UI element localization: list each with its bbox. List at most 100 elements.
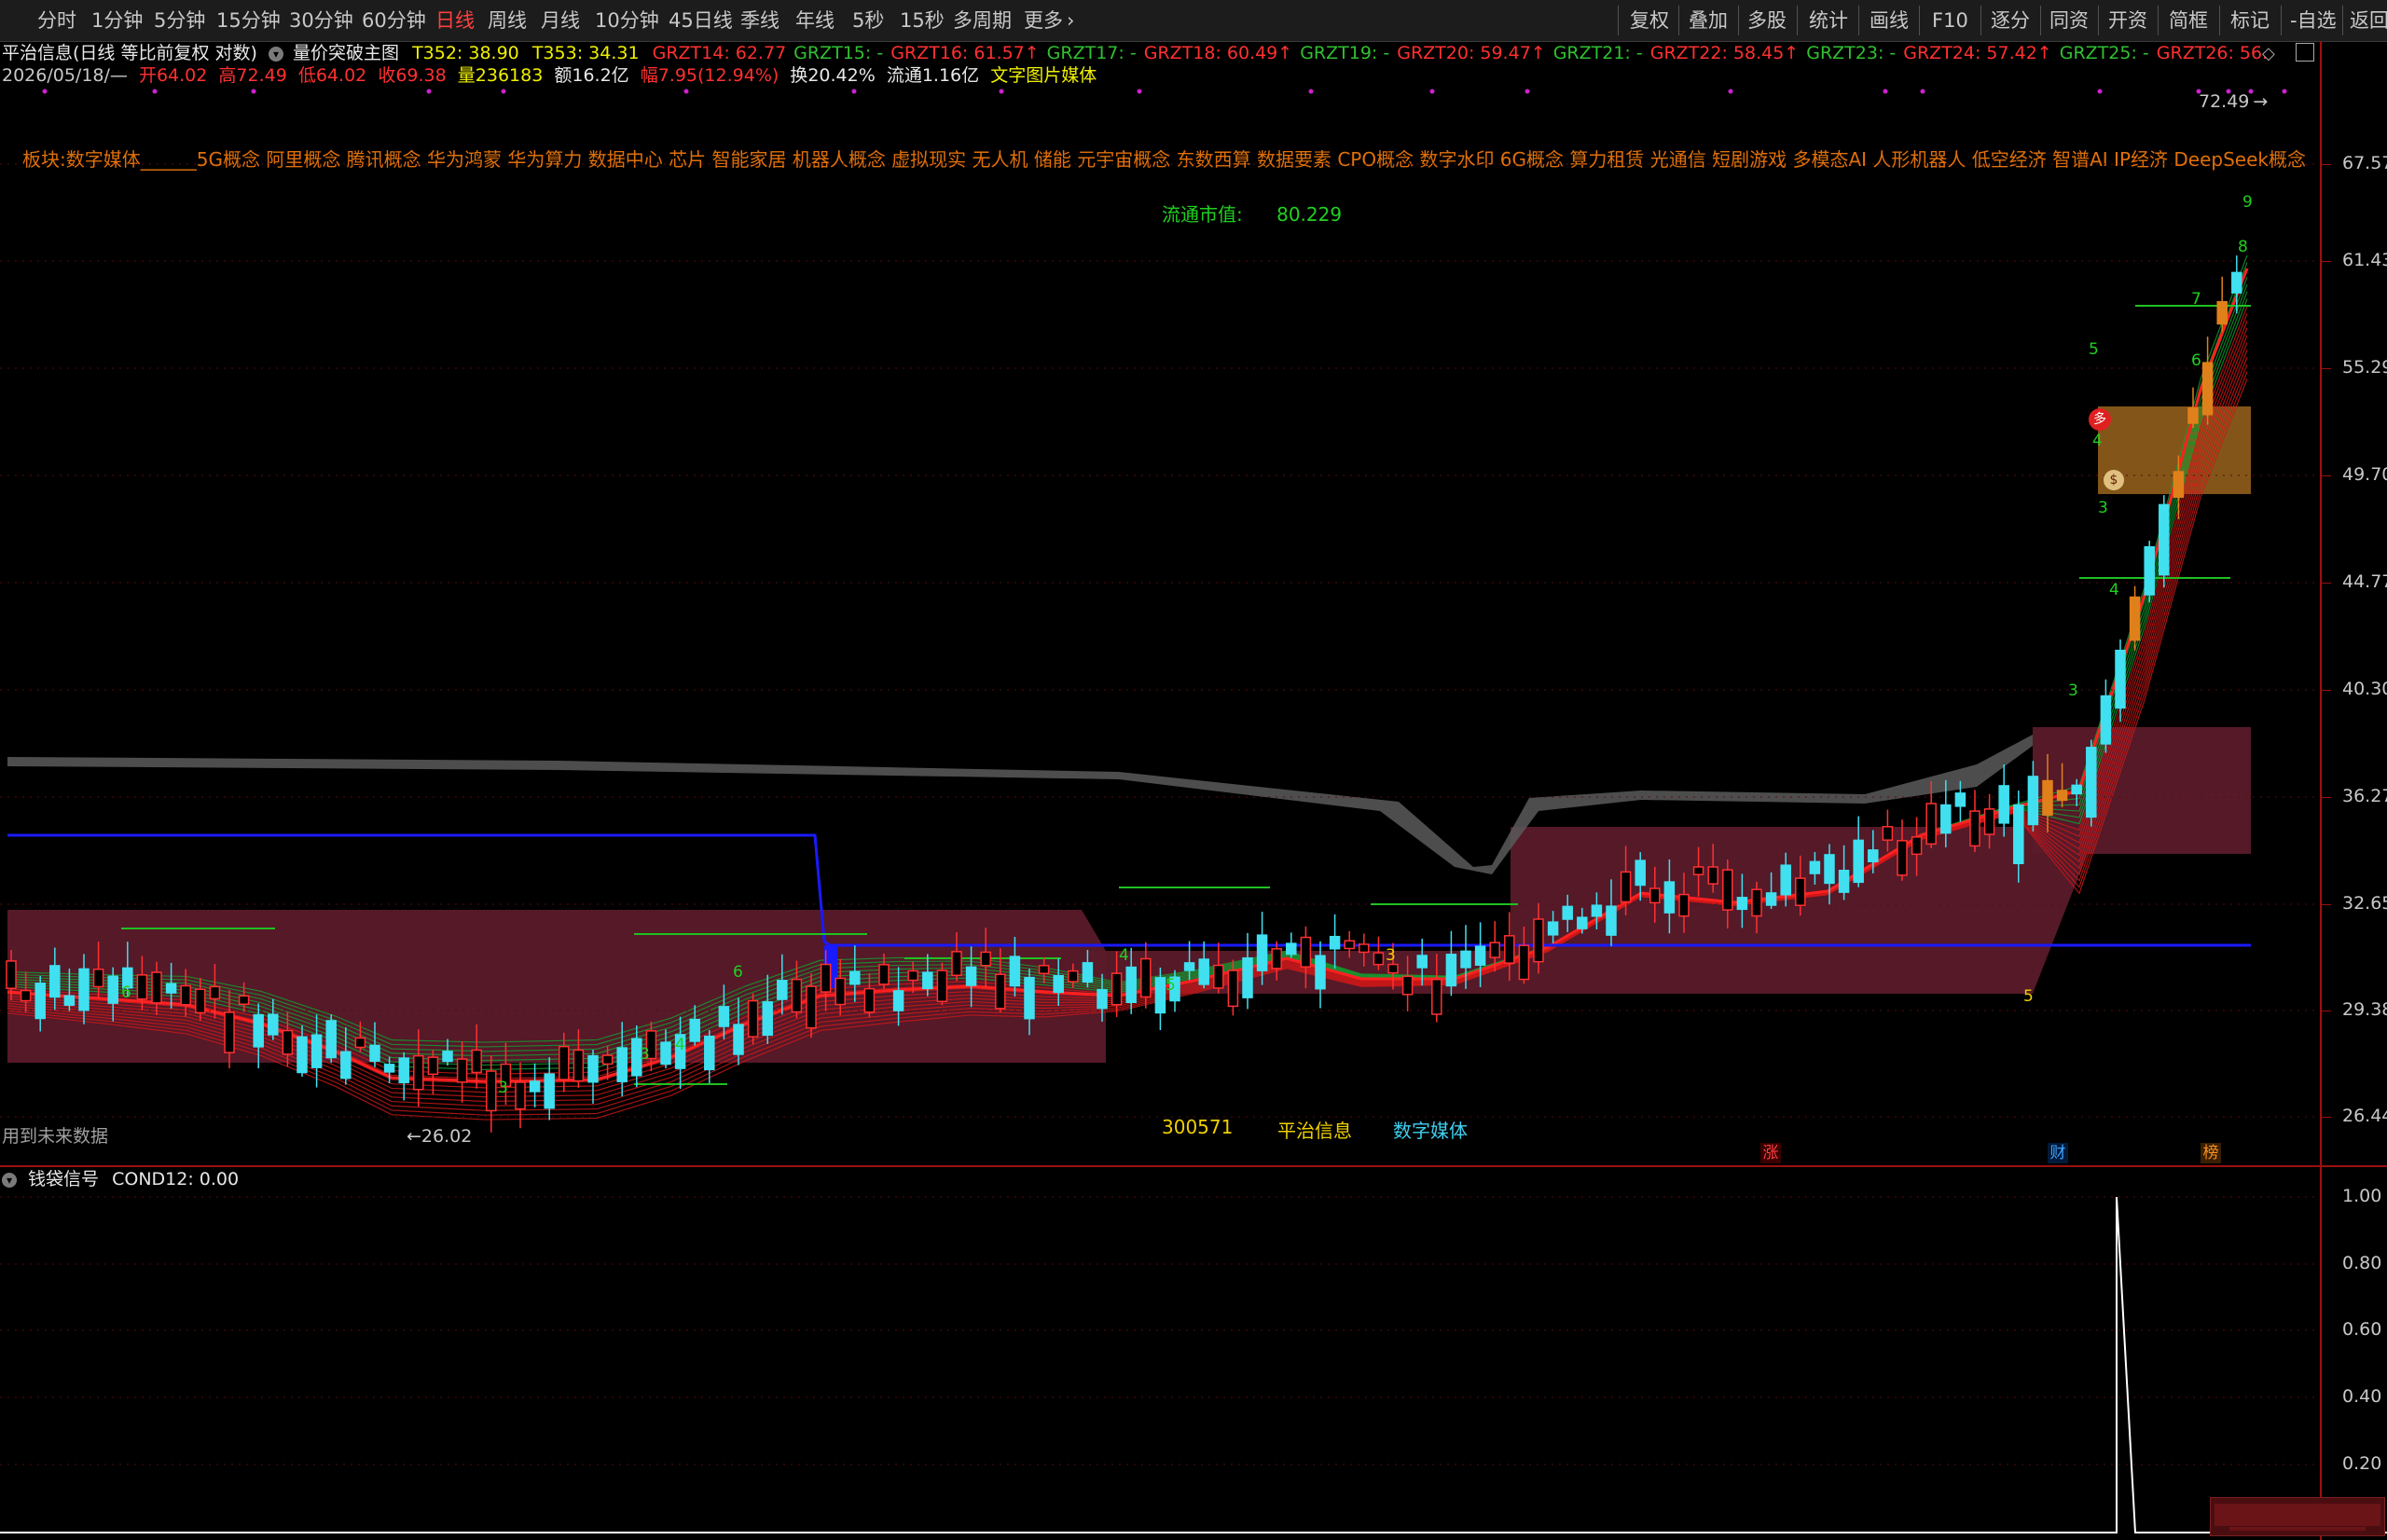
- candle-body: [1533, 918, 1544, 963]
- price-axis-tick: [2320, 904, 2331, 905]
- candle-body: [1474, 945, 1486, 966]
- candle-body: [2100, 694, 2112, 745]
- candle-body: [1795, 877, 1806, 906]
- candle-body: [529, 1080, 541, 1093]
- candle-body: [1460, 950, 1471, 969]
- candle-body: [2159, 503, 2170, 576]
- price-axis-tick: [2320, 261, 2331, 262]
- candle-body: [456, 1058, 468, 1083]
- stock-name: 平治信息: [1277, 1120, 1352, 1142]
- candle-body: [1663, 881, 1676, 914]
- candle-body: [2201, 362, 2214, 416]
- finance-badge[interactable]: 财: [2048, 1143, 2068, 1163]
- price-axis-label: 36.27: [2342, 786, 2387, 806]
- marker-dot: [683, 89, 689, 94]
- candle-body: [1068, 969, 1079, 983]
- candle-body: [340, 1051, 352, 1079]
- money-bag-icon[interactable]: $: [2104, 470, 2124, 490]
- candle-body: [195, 988, 206, 1014]
- price-axis-tick: [2320, 1117, 2331, 1118]
- count-label: 9: [2242, 193, 2253, 212]
- candle-body: [34, 983, 46, 1020]
- candle-body: [601, 1054, 614, 1066]
- sub-panel-header: ▾ 钱袋信号 COND12: 0.00: [2, 1167, 239, 1191]
- candle-body: [762, 1001, 773, 1037]
- arrow-left-icon: ←: [407, 1126, 421, 1147]
- candle-body: [1315, 955, 1326, 990]
- candle-body: [1765, 892, 1777, 906]
- price-axis-tick: [2320, 164, 2331, 165]
- candle-body: [1344, 940, 1355, 950]
- candle-body: [1591, 904, 1603, 917]
- candle-body: [2013, 804, 2024, 865]
- count-label: 4: [2092, 432, 2103, 450]
- candle-body: [471, 1049, 482, 1074]
- candle-body: [1882, 826, 1894, 841]
- count-label: 6: [733, 963, 743, 982]
- high-price-mark: 72.49 →: [2199, 91, 2268, 112]
- marker-dot: [1525, 89, 1530, 94]
- candle-body: [1897, 840, 1908, 876]
- price-axis-label: 29.38: [2342, 999, 2387, 1020]
- count-label: 3: [2068, 681, 2078, 700]
- price-axis-tick: [2320, 690, 2331, 691]
- sub-indicator-dropdown-icon[interactable]: ▾: [2, 1172, 17, 1188]
- count-label: 4: [1119, 946, 1129, 965]
- limit-up-badge[interactable]: 涨: [1760, 1143, 1781, 1163]
- candle-body: [1504, 935, 1515, 964]
- candle-body: [427, 1056, 439, 1076]
- candle-body: [1577, 916, 1588, 929]
- candle-body: [1751, 888, 1762, 917]
- high-price-text: 72.49: [2199, 91, 2250, 112]
- stock-chart-app: 分时 1分钟 5分钟 15分钟 30分钟 60分钟 日线 周线 月线 10分钟 …: [0, 0, 2387, 1540]
- candle-body: [325, 1020, 337, 1059]
- price-axis-label: 44.77: [2342, 571, 2387, 592]
- candle-body: [1489, 942, 1500, 958]
- cond12-signal-line: [0, 1196, 2387, 1533]
- candle-body: [1111, 972, 1123, 1006]
- sub-axis-label: 0.20: [2342, 1453, 2382, 1474]
- candlestick-chart[interactable]: 3 4 5 6 7 8 9 3 4 5 6 3 4 5 6 3 4 3: [0, 0, 2387, 1540]
- candle-body: [849, 970, 861, 985]
- candle-body: [238, 995, 250, 1006]
- count-label: 5: [1166, 976, 1176, 995]
- candle-body: [297, 1036, 308, 1074]
- candle-body: [20, 989, 32, 1002]
- ranking-badge[interactable]: 榜: [2201, 1143, 2221, 1163]
- candle-body: [1053, 974, 1064, 994]
- candle-body: [616, 1047, 628, 1082]
- candle-body: [1183, 962, 1195, 971]
- candle-body: [1649, 887, 1661, 904]
- candle-body: [1868, 849, 1879, 863]
- candle-body: [777, 980, 788, 1000]
- candle-body: [398, 1057, 409, 1084]
- candle-body: [224, 1011, 235, 1053]
- marker-dot: [999, 89, 1004, 94]
- candle-body: [1824, 854, 1835, 885]
- sub-axis-label: 1.00: [2342, 1186, 2382, 1206]
- candle-body: [1271, 948, 1282, 969]
- candle-body: [2115, 649, 2126, 709]
- sell-marker-icon[interactable]: 多: [2089, 408, 2111, 431]
- candle-body: [1954, 792, 1966, 807]
- candle-body: [1635, 859, 1646, 887]
- candle-body: [863, 987, 876, 1013]
- candle-body: [151, 971, 162, 1004]
- candle-body: [413, 1054, 424, 1091]
- candle-body: [806, 985, 817, 1029]
- candle-body: [2129, 596, 2141, 641]
- candle-body: [733, 1024, 744, 1055]
- price-axis-tick: [2320, 368, 2331, 369]
- marker-dot: [851, 89, 857, 94]
- candle-body: [747, 999, 759, 1038]
- sub-axis-label: 0.80: [2342, 1253, 2382, 1273]
- candle-body: [1431, 978, 1442, 1015]
- marker-dot: [42, 89, 48, 94]
- price-axis-label: 67.57: [2342, 153, 2387, 173]
- candle-body: [791, 978, 803, 1013]
- candle-body: [936, 969, 948, 1002]
- candle-body: [1154, 977, 1166, 1014]
- sub-indicator-value: COND12: 0.00: [112, 1169, 240, 1189]
- candle-body: [1911, 836, 1923, 856]
- sub-indicator-title[interactable]: 钱袋信号: [28, 1169, 99, 1189]
